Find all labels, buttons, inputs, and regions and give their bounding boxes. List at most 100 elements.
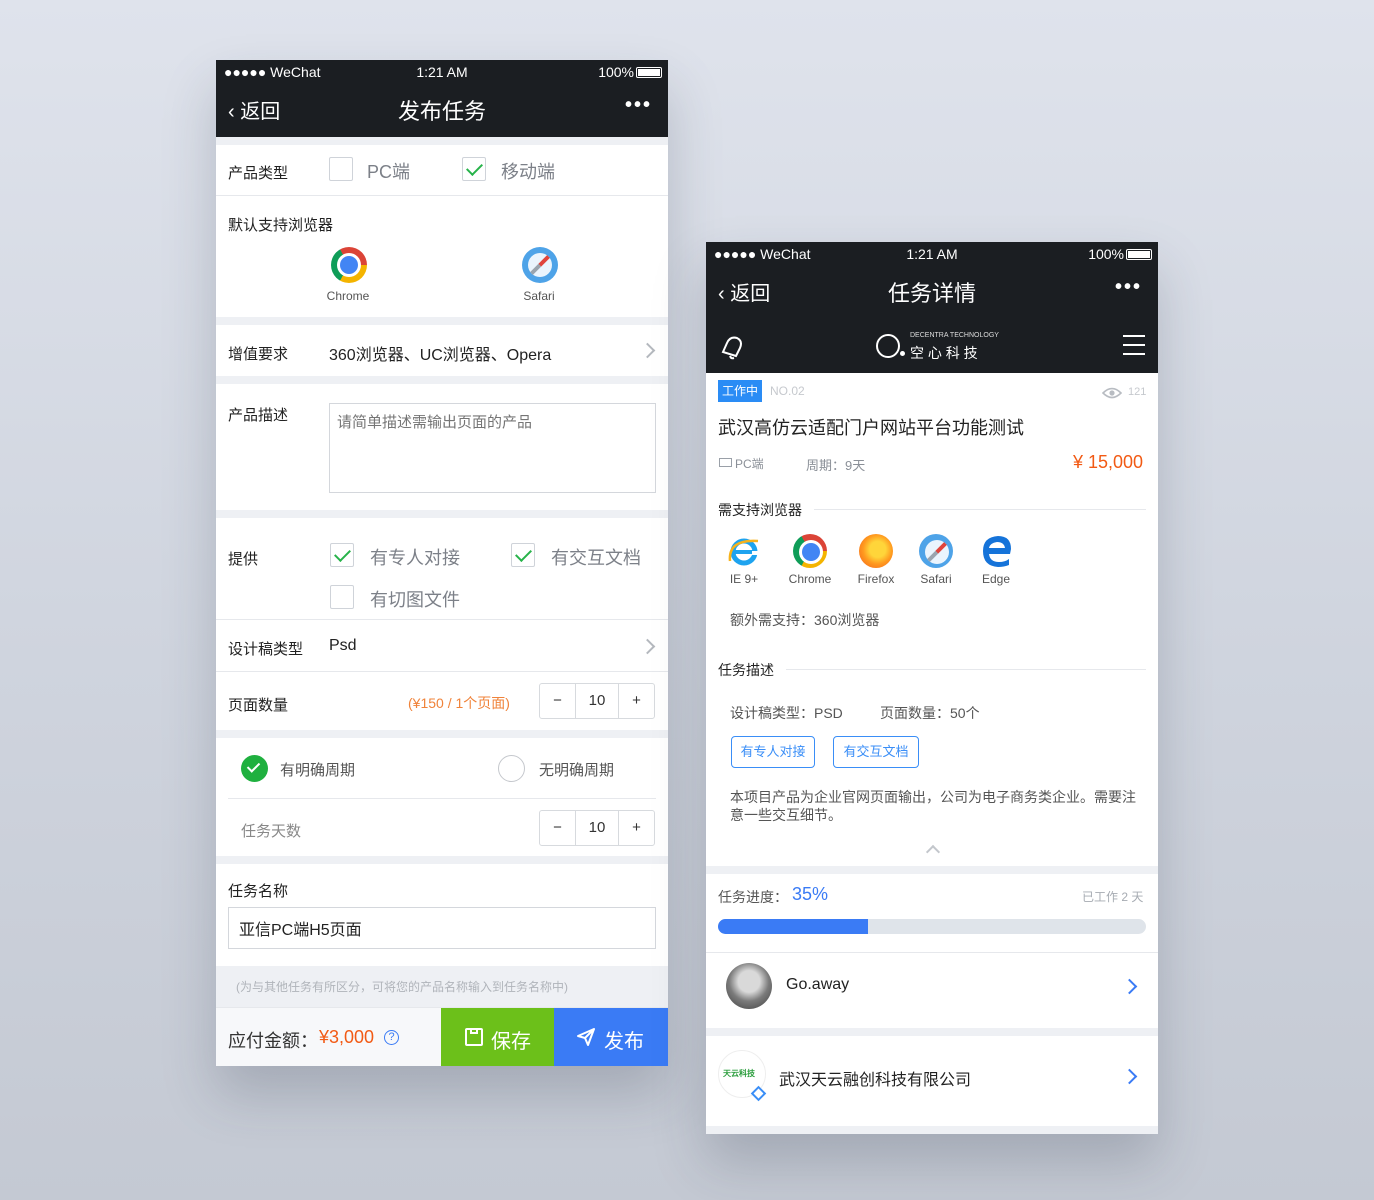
value-added-value: 360浏览器、UC浏览器、Opera — [329, 347, 552, 364]
task-number: NO.02 — [770, 384, 805, 398]
battery-icon — [636, 67, 662, 78]
increment-button[interactable]: + — [618, 684, 654, 718]
publish-button[interactable]: 发布 — [554, 1008, 668, 1066]
description-label: 产品描述 — [228, 407, 289, 424]
value-added-label: 增值要求 — [228, 346, 289, 363]
task-name-label: 任务名称 — [228, 883, 289, 900]
logo-dot — [900, 351, 905, 356]
battery-label: 100% — [598, 64, 634, 80]
design-type-row[interactable]: 设计稿类型 Psd — [216, 620, 668, 671]
divider — [216, 137, 668, 145]
dedicated-contact-label: 有专人对接 — [370, 548, 460, 568]
slice-files-checkbox[interactable] — [330, 585, 354, 609]
status-bar: ●●●●● WeChat 1:21 AM 100% — [706, 242, 1158, 266]
dedicated-contact-tag: 有专人对接 — [731, 736, 815, 768]
task-name-hint: (为与其他任务有所区分，可将您的产品名称输入到任务名称中) — [236, 980, 568, 994]
progress-value: 35% — [792, 884, 829, 904]
design-type-info: 设计稿类型：PSD — [730, 705, 843, 721]
divider — [786, 669, 1146, 670]
product-type-row: 产品类型 PC端 移动端 — [216, 145, 668, 195]
status-badge: 工作中 — [718, 380, 762, 402]
no-period-label: 无明确周期 — [539, 762, 615, 779]
task-name-input[interactable] — [228, 907, 656, 949]
pc-checkbox[interactable] — [329, 157, 353, 181]
logo-icon — [876, 334, 900, 358]
product-type-label: 产品类型 — [228, 165, 289, 182]
page-title: 任务详情 — [887, 281, 976, 306]
platform-label: PC端 — [735, 457, 764, 471]
task-detail-screen: ●●●●● WeChat 1:21 AM 100% ‹ 返回 任务详情 ••• … — [706, 242, 1158, 1134]
interaction-doc-checkbox[interactable] — [511, 543, 535, 567]
nav-bar: ‹ 返回 发布任务 ••• — [216, 84, 668, 137]
mobile-checkbox[interactable] — [462, 157, 486, 181]
nav-bar: ‹ 返回 任务详情 ••• — [706, 266, 1158, 319]
send-icon — [577, 1028, 595, 1046]
value-added-row[interactable]: 增值要求 360浏览器、UC浏览器、Opera — [216, 325, 668, 376]
browser-name: IE 9+ — [729, 572, 759, 586]
divider — [216, 376, 668, 384]
page-count-info: 页面数量：50个 — [880, 705, 980, 721]
ie-icon — [728, 538, 760, 566]
description-input[interactable] — [329, 403, 656, 493]
divider — [228, 798, 656, 799]
bell-icon[interactable] — [718, 332, 746, 360]
decrement-button[interactable]: − — [540, 684, 576, 718]
divider — [216, 730, 668, 738]
browser-name: Safari — [523, 289, 555, 303]
publish-label: 发布 — [604, 1031, 644, 1053]
firefox-icon — [859, 534, 893, 568]
chevron-right-icon — [639, 342, 656, 359]
save-label: 保存 — [491, 1031, 531, 1053]
view-count: 121 — [1128, 386, 1147, 398]
assignee-row[interactable]: Go.away — [706, 953, 1158, 1028]
selected-radio[interactable] — [241, 755, 268, 782]
page-title: 发布任务 — [397, 99, 486, 124]
footer-bar: 应付金额： ¥3,000 ? 保存 发布 — [216, 1007, 668, 1066]
extra-browsers: 额外需支持：360浏览器 — [730, 612, 880, 628]
task-price: ¥ 15,000 — [1073, 452, 1144, 472]
chrome-icon — [793, 534, 827, 568]
slice-files-label: 有切图文件 — [370, 590, 460, 610]
chevron-right-icon — [1121, 978, 1138, 995]
menu-icon[interactable] — [1123, 335, 1145, 337]
chevron-right-icon — [639, 638, 656, 655]
battery-icon — [1126, 249, 1152, 260]
price-hint: (¥150 / 1个页面) — [408, 695, 510, 711]
interaction-doc-label: 有交互文档 — [551, 548, 641, 568]
brand-bar: DECENTRA TECHNOLOGY 空 心 科 技 — [706, 319, 1158, 373]
help-icon[interactable]: ? — [384, 1030, 399, 1045]
worked-days: 已工作 2 天 — [1082, 890, 1144, 904]
stepper-value[interactable]: 10 — [576, 811, 618, 845]
default-browsers-section: 默认支持浏览器 Chrome Safari — [216, 196, 668, 317]
default-browsers-label: 默认支持浏览器 — [228, 217, 334, 234]
task-name-section: 任务名称 — [216, 864, 668, 966]
pc-option-label: PC端 — [367, 162, 411, 182]
period-label: 周期：9天 — [806, 458, 866, 473]
laptop-icon — [719, 458, 732, 467]
collapse-icon[interactable] — [925, 844, 941, 860]
progress-fill — [718, 919, 868, 934]
save-icon — [465, 1028, 483, 1046]
more-icon[interactable]: ••• — [1115, 276, 1142, 299]
task-days-label: 任务天数 — [241, 823, 302, 840]
stepper-value[interactable]: 10 — [576, 684, 618, 718]
company-row[interactable]: 天云科技 武汉天云融创科技有限公司 — [706, 1036, 1158, 1126]
company-logo-text: 天云科技 — [723, 1069, 755, 1078]
design-type-label: 设计稿类型 — [228, 641, 304, 658]
dedicated-contact-checkbox[interactable] — [330, 543, 354, 567]
increment-button[interactable]: + — [618, 811, 654, 845]
eye-icon — [1102, 387, 1122, 399]
save-button[interactable]: 保存 — [441, 1008, 554, 1066]
unselected-radio[interactable] — [498, 755, 525, 782]
safari-icon — [522, 247, 558, 283]
design-type-value: Psd — [329, 637, 357, 654]
brand-tagline: DECENTRA TECHNOLOGY — [910, 332, 999, 339]
page-count-row: 页面数量 (¥150 / 1个页面) − 10 + — [216, 672, 668, 730]
more-icon[interactable]: ••• — [625, 94, 652, 117]
safari-icon — [919, 534, 953, 568]
mobile-option-label: 移动端 — [501, 162, 555, 182]
browsers-heading: 需支持浏览器 — [718, 502, 802, 518]
decrement-button[interactable]: − — [540, 811, 576, 845]
battery-label: 100% — [1088, 246, 1124, 262]
brand-name: 空 心 科 技 — [910, 345, 978, 361]
